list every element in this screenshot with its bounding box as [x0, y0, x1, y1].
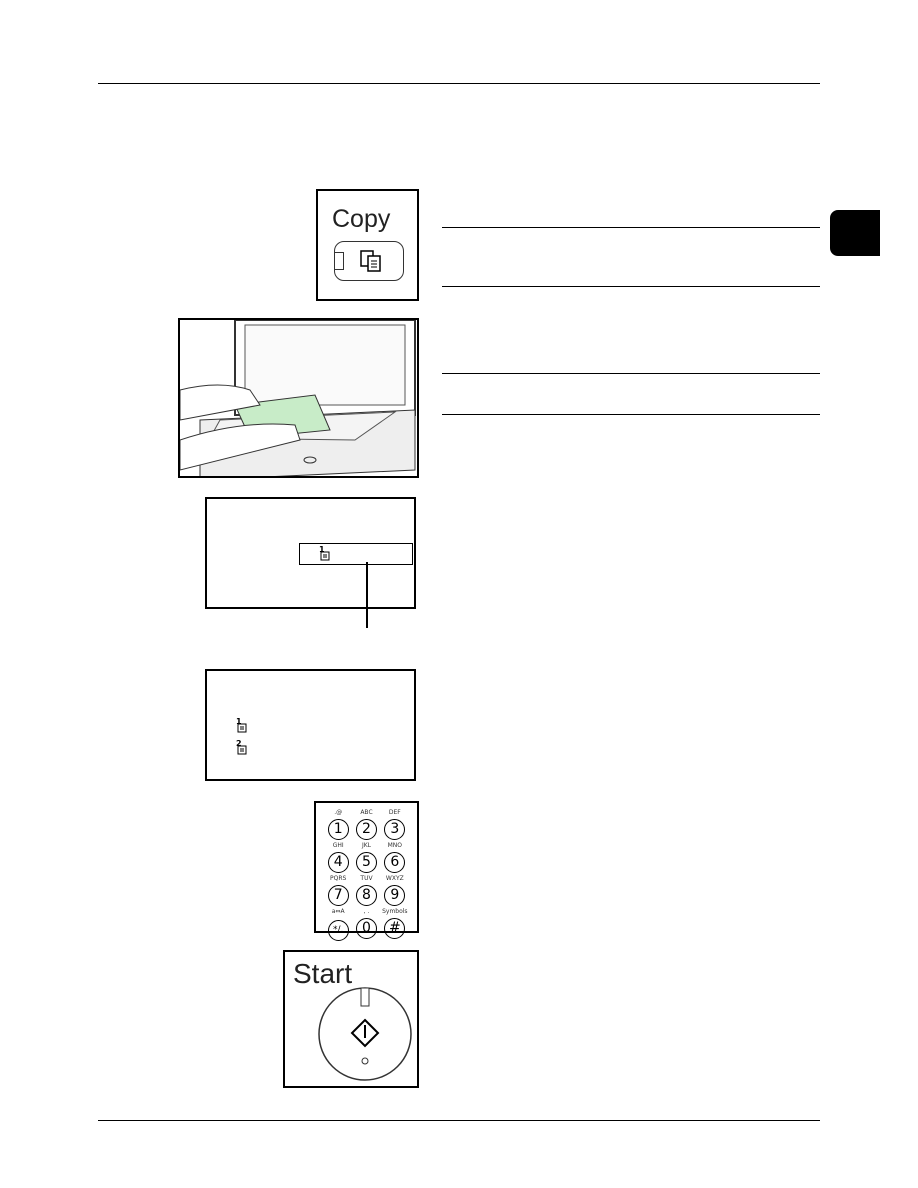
- key-number: 6: [384, 852, 406, 873]
- key-5[interactable]: JKL 5: [352, 842, 380, 873]
- key-letters: , .: [363, 908, 370, 915]
- one-sided-original-icon: 1: [236, 717, 247, 733]
- note-rule: [442, 227, 820, 228]
- key-letters: Symbols: [382, 908, 408, 915]
- key-0[interactable]: , . 0: [352, 908, 380, 941]
- svg-text:1: 1: [236, 717, 242, 726]
- key-hash[interactable]: Symbols #: [381, 908, 409, 941]
- key-number: 8: [355, 885, 377, 906]
- two-sided-original-icon: 2: [236, 739, 247, 755]
- key-star[interactable]: a⇔A */.: [324, 908, 352, 941]
- svg-text:1: 1: [319, 545, 325, 554]
- note-rule: [442, 414, 820, 415]
- callout-line: [366, 562, 368, 628]
- key-number: */.: [327, 920, 349, 941]
- key-9[interactable]: WXYZ 9: [381, 875, 409, 906]
- svg-text:2: 2: [236, 739, 242, 748]
- original-size-field[interactable]: 1: [299, 543, 413, 565]
- key-letters: PQRS: [330, 875, 347, 882]
- copy-button[interactable]: [334, 241, 404, 281]
- key-letters: .@: [334, 809, 343, 816]
- numeric-keypad: .@ 1 ABC 2 DEF 3 GHI 4 JKL 5 MNO 6 PQRS 7 TUV 8 …: [314, 801, 419, 941]
- scanner-illustration: [178, 318, 419, 478]
- key-letters: WXYZ: [385, 875, 404, 882]
- copy-documents-icon: [360, 250, 381, 272]
- copy-key-illustration: Copy: [316, 189, 419, 301]
- note-rule: [442, 373, 820, 374]
- key-letters: JKL: [361, 842, 372, 849]
- key-letters: MNO: [387, 842, 403, 849]
- key-number: 4: [327, 852, 349, 873]
- copy-label: Copy: [332, 205, 391, 233]
- key-1[interactable]: .@ 1: [324, 809, 352, 840]
- key-number: 5: [355, 852, 377, 873]
- key-letters: GHI: [332, 842, 344, 849]
- key-number: 2: [355, 819, 377, 840]
- key-number: 9: [384, 885, 406, 906]
- footer-rule: [98, 1120, 820, 1121]
- key-letters: ABC: [360, 809, 373, 816]
- key-number: 0: [355, 918, 377, 939]
- key-2[interactable]: ABC 2: [352, 809, 380, 840]
- key-number: #: [384, 918, 406, 939]
- key-4[interactable]: GHI 4: [324, 842, 352, 873]
- key-number: 3: [384, 819, 406, 840]
- key-number: 1: [327, 819, 349, 840]
- key-letters: DEF: [388, 809, 401, 816]
- key-letters: TUV: [360, 875, 373, 882]
- placing-original-on-glass: [180, 320, 416, 476]
- note-rule: [442, 286, 820, 287]
- led-indicator: [335, 252, 344, 270]
- key-8[interactable]: TUV 8: [352, 875, 380, 906]
- display-screen-menu: 1 2: [205, 669, 416, 781]
- header-rule: [98, 83, 820, 84]
- start-button[interactable]: [285, 952, 417, 1086]
- one-sided-original-icon: 1: [319, 545, 330, 561]
- key-letters: a⇔A: [331, 908, 345, 915]
- key-6[interactable]: MNO 6: [381, 842, 409, 873]
- key-7[interactable]: PQRS 7: [324, 875, 352, 906]
- key-3[interactable]: DEF 3: [381, 809, 409, 840]
- start-key-illustration: Start: [283, 950, 419, 1088]
- chapter-tab: [830, 210, 880, 256]
- display-screen: 1: [205, 497, 416, 609]
- manual-page: Copy 1 1 2 .@ 1 ABC 2 DEF 3 GHI 4 JKL 5 …: [0, 0, 918, 1188]
- key-number: 7: [327, 885, 349, 906]
